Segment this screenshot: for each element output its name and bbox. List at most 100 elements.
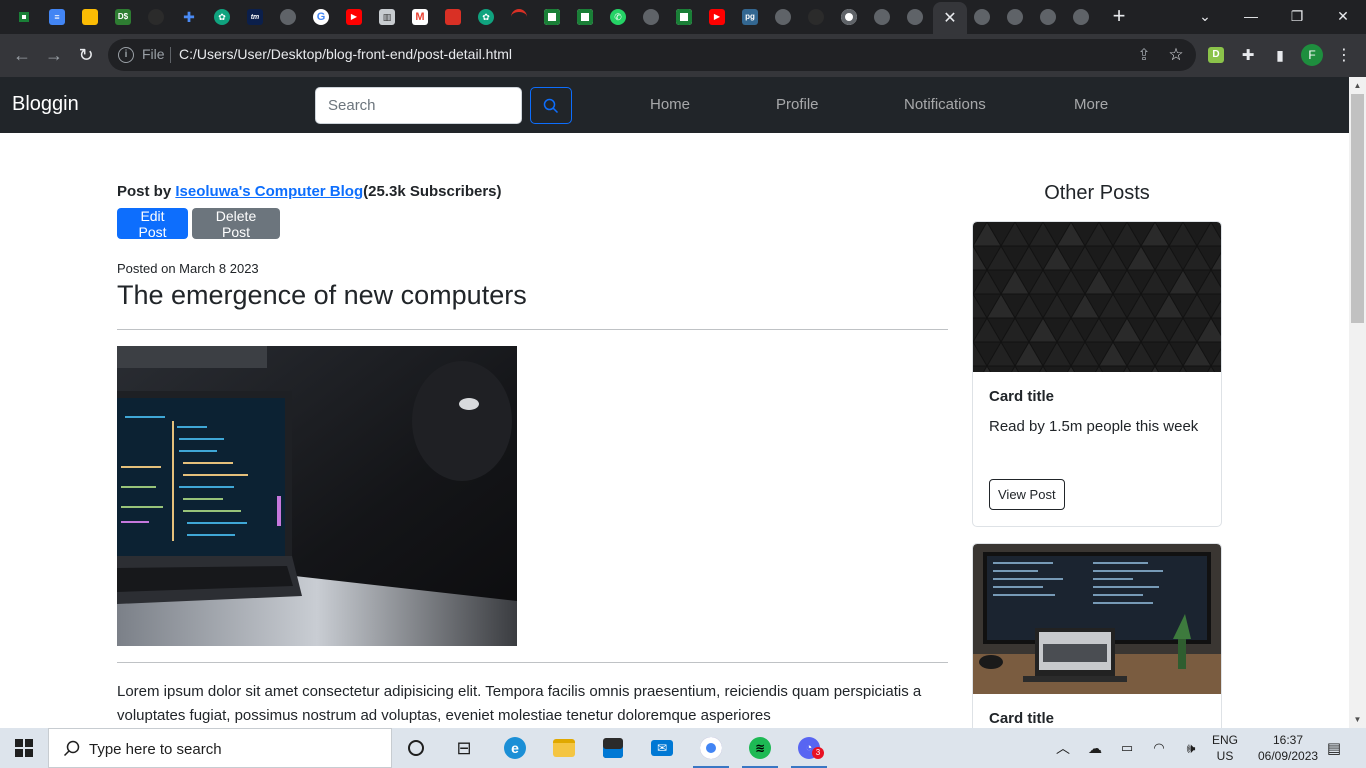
taskbar-mail[interactable]: ✉: [638, 728, 686, 768]
tab-globe-2[interactable]: [636, 4, 666, 30]
forward-icon[interactable]: →: [42, 43, 66, 67]
back-icon[interactable]: ←: [10, 43, 34, 67]
tab-active-post-detail[interactable]: ✕: [933, 2, 967, 34]
scroll-down-arrow-icon[interactable]: ▼: [1349, 711, 1366, 728]
tab-youtube-1[interactable]: ▶: [339, 4, 369, 30]
taskbar-file-explorer[interactable]: [540, 728, 588, 768]
start-button[interactable]: [0, 728, 48, 768]
taskbar-search-box[interactable]: Type here to search: [48, 728, 392, 768]
tab-globe-8[interactable]: [1033, 4, 1063, 30]
volume-icon[interactable]: 🕪: [1180, 728, 1202, 768]
site-info-icon[interactable]: i: [118, 47, 134, 63]
tab-google[interactable]: G: [306, 4, 336, 30]
brand-logo[interactable]: Bloggin: [12, 93, 79, 116]
delete-post-button[interactable]: Delete Post: [192, 208, 280, 240]
side-panel-icon[interactable]: ▮: [1268, 43, 1292, 67]
nav-notifications[interactable]: Notifications: [904, 96, 986, 113]
system-clock[interactable]: 16:37 06/09/2023: [1258, 732, 1318, 764]
taskbar-spotify[interactable]: ≋: [736, 728, 784, 768]
tab-chatgpt-2[interactable]: ✿: [471, 4, 501, 30]
reload-icon[interactable]: ↻: [74, 43, 98, 67]
tab-extension[interactable]: ✚: [174, 4, 204, 30]
nav-home[interactable]: Home: [650, 96, 690, 113]
tab-youtube-2[interactable]: ▶: [702, 4, 732, 30]
close-tab-icon[interactable]: ✕: [943, 8, 956, 28]
tab-gmail[interactable]: M: [405, 4, 435, 30]
close-window-button[interactable]: ✕: [1320, 0, 1366, 32]
task-view-button[interactable]: ⊟: [440, 728, 488, 768]
tray-overflow-chevron-icon[interactable]: ︿: [1052, 728, 1074, 768]
profile-avatar[interactable]: F: [1301, 44, 1323, 66]
share-icon[interactable]: ⇪: [1132, 43, 1156, 67]
taskbar-chrome[interactable]: [687, 728, 735, 768]
nav-profile[interactable]: Profile: [776, 96, 819, 113]
input-language[interactable]: ENG US: [1208, 732, 1242, 764]
tab-tm[interactable]: tm: [240, 4, 270, 30]
tab-github[interactable]: [141, 4, 171, 30]
tab-blog-2[interactable]: [537, 4, 567, 30]
task-view-icon: ⊟: [456, 737, 472, 758]
chrome-icon: [700, 737, 722, 759]
new-tab-button[interactable]: +: [1108, 5, 1130, 29]
edit-post-button[interactable]: Edit Post: [117, 208, 188, 240]
taskbar-store[interactable]: [589, 728, 637, 768]
tab-red-app[interactable]: [438, 4, 468, 30]
battery-icon[interactable]: ▭: [1116, 728, 1138, 768]
taskbar-edge[interactable]: e: [491, 728, 539, 768]
tab-blog-3[interactable]: [570, 4, 600, 30]
bookmark-star-icon[interactable]: ☆: [1164, 43, 1188, 67]
divider: [117, 329, 948, 330]
action-center-icon[interactable]: ▤: [1322, 728, 1346, 768]
page-scrollbar[interactable]: ▲ ▼: [1349, 77, 1366, 728]
spotify-icon: ≋: [749, 737, 771, 759]
tab-dashboard[interactable]: [504, 4, 534, 30]
menu-kebab-icon[interactable]: ⋮: [1332, 43, 1356, 67]
wifi-icon[interactable]: ◠: [1148, 728, 1170, 768]
tab-reader[interactable]: ▥: [372, 4, 402, 30]
tab-globe-9[interactable]: [1066, 4, 1096, 30]
tab-whatsapp[interactable]: ✆: [603, 4, 633, 30]
tab-slides[interactable]: [75, 4, 105, 30]
tab-globe-4[interactable]: [867, 4, 897, 30]
tab-chatgpt-1[interactable]: ✿: [207, 4, 237, 30]
post-author-line: Post by Iseoluwa's Computer Blog(25.3k S…: [117, 183, 502, 200]
card-title: Card title: [989, 710, 1055, 727]
search-button[interactable]: [530, 87, 572, 124]
nav-more[interactable]: More: [1074, 96, 1108, 113]
tab-globe-6[interactable]: [967, 4, 997, 30]
url-text[interactable]: C:/Users/User/Desktop/blog-front-end/pos…: [179, 46, 512, 62]
youtube-icon: ▶: [709, 9, 725, 25]
google-icon: G: [313, 9, 329, 25]
tab-chrome[interactable]: [834, 4, 864, 30]
tab-globe-1[interactable]: [273, 4, 303, 30]
tab-pg[interactable]: pg: [735, 4, 765, 30]
taskbar-discord[interactable]: ◔ 3: [785, 728, 833, 768]
post-title: The emergence of new computers: [117, 280, 527, 310]
tab-search-button[interactable]: ⌄: [1182, 0, 1228, 32]
tab-globe-3[interactable]: [768, 4, 798, 30]
search-input[interactable]: [315, 87, 522, 124]
tab-blogger[interactable]: [9, 4, 39, 30]
tab-github-2[interactable]: [801, 4, 831, 30]
globe-icon: [1007, 9, 1023, 25]
view-post-button[interactable]: View Post: [989, 479, 1065, 510]
tab-blog-4[interactable]: [669, 4, 699, 30]
extension-d-icon[interactable]: D: [1204, 43, 1228, 67]
restore-button[interactable]: ❐: [1274, 0, 1320, 32]
tab-globe-7[interactable]: [1000, 4, 1030, 30]
scroll-up-arrow-icon[interactable]: ▲: [1349, 77, 1366, 94]
card-title: Card title: [989, 388, 1055, 405]
tab-ds[interactable]: D$: [108, 4, 138, 30]
author-link[interactable]: Iseoluwa's Computer Blog: [175, 183, 363, 200]
scroll-thumb[interactable]: [1351, 94, 1364, 323]
cortana-button[interactable]: [392, 728, 440, 768]
globe-icon: [974, 9, 990, 25]
notification-badge: 3: [812, 747, 824, 759]
extensions-puzzle-icon[interactable]: ✚: [1236, 43, 1260, 67]
onedrive-cloud-icon[interactable]: ☁: [1084, 728, 1106, 768]
post-card: Card title: [972, 543, 1222, 728]
tab-docs[interactable]: ≡: [42, 4, 72, 30]
minimize-button[interactable]: —: [1228, 0, 1274, 32]
tab-globe-5[interactable]: [900, 4, 930, 30]
address-bar[interactable]: i File C:/Users/User/Desktop/blog-front-…: [108, 39, 1196, 71]
